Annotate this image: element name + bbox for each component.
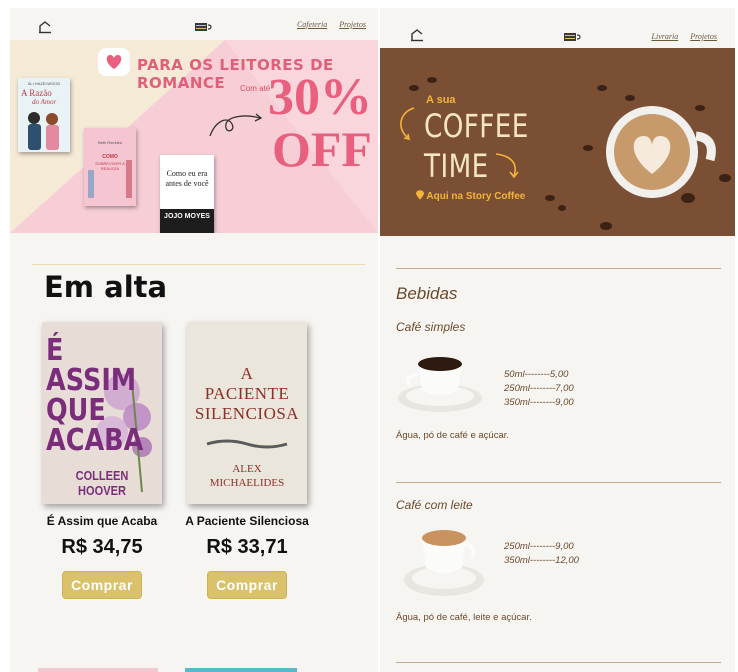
home-icon[interactable] [38,20,52,34]
top-nav: Livraria Projetos [380,8,735,42]
cover-title-line: SILENCIOSA [194,404,300,423]
product-name: É Assim que Acaba [46,514,158,528]
banner-headline-time: TIME [424,147,489,185]
menu-divider [396,662,721,663]
menu-item-name: Café simples [396,320,466,334]
buy-button[interactable]: Comprar [62,571,142,599]
book-title: A Razão [21,88,52,98]
nav-link-cafeteria[interactable]: Cafeteria [297,20,327,29]
price-line: 350ml--------12,00 [504,555,579,566]
book-cover-sobreviver-realeza: Beth Reekles COMO SOBREVIVER À REALEZA [84,128,136,206]
coffee-with-milk-cup-image [404,530,484,596]
product-cover-assim-que-acaba[interactable]: É ASSIM QUE ACABA COLLEEN HOOVER [42,322,162,504]
product-name: A Paciente Silenciosa [185,514,309,528]
banner-location-text: Aqui na Story Coffee [426,191,526,202]
next-item-edge [38,668,158,672]
nav-link-livraria[interactable]: Livraria [652,32,679,41]
price-line: 50ml--------5,00 [504,369,569,380]
nav-link-projetos[interactable]: Projetos [339,20,366,29]
cover-title-line: É [46,333,64,368]
product-price: R$ 34,75 [61,536,143,558]
book-cover-razao-amor: ALI HAZELWOOD A Razão do Amor [18,78,70,152]
product-card: A PACIENTE SILENCIOSA ALEX MICHAELIDES A… [182,322,312,599]
price-list: 50ml--------5,00 250ml--------7,00 350ml… [504,368,574,410]
location-pin-icon [416,190,424,200]
product-price: R$ 33,71 [206,536,288,558]
price-list: 250ml--------9,00 350ml--------12,00 [504,540,579,568]
discount-prefix: Com até [240,84,271,93]
nav-link-projetos[interactable]: Projetos [690,32,717,41]
cover-title-line: A [240,364,254,383]
cover-author: COLLEEN HOOVER [75,468,129,498]
heart-icon [106,55,122,69]
book-cover-como-eu-era: Como eu era antes de você JOJO MOYES [160,155,214,233]
menu-divider [396,482,721,483]
next-item-edge-2 [185,668,297,672]
book-author: JOJO MOYES [164,213,210,220]
discount-value: 30% [268,69,372,126]
curly-arrow-icon [209,113,263,137]
book-title: Como eu era [166,169,208,178]
menu-item-description: Água, pó de café e açúcar. [396,430,510,441]
book-title-2: do Amor [32,98,57,106]
menu-divider [396,268,721,269]
curved-arrow-icon-2 [495,153,519,179]
section-title-em-alta: Em alta [44,270,168,304]
book-author: ALI HAZELWOOD [27,81,61,86]
price-line: 250ml--------9,00 [504,541,574,552]
crack-illustration [206,439,288,449]
heart-speech-bubble [98,48,130,76]
book-title-2: antes de você [165,179,209,188]
cover-title-line: PACIENTE [204,384,290,403]
cover-title-line: ACABA [46,423,144,458]
banner-headline-coffee: COFFEE [424,107,529,145]
romance-promo-banner[interactable]: PARA OS LEITORES DE ROMANCE ALI HAZELWOO… [10,40,378,233]
espresso-cup-image [398,357,482,412]
coffee-page: Livraria Projetos A sua COFFEE TIME Aqui… [380,8,735,672]
menu-item-name: Café com leite [396,498,473,512]
menu-title-bebidas: Bebidas [396,284,458,303]
cover-title-line: QUE [46,393,106,428]
product-card: É ASSIM QUE ACABA COLLEEN HOOVER É Assim… [37,322,167,599]
cover-title-line: ASSIM [46,363,137,398]
product-cover-paciente-silenciosa[interactable]: A PACIENTE SILENCIOSA ALEX MICHAELIDES [187,322,307,504]
top-nav: Cafeteria Projetos [10,8,378,40]
price-line: 350ml--------9,00 [504,397,574,408]
banner-location: Aqui na Story Coffee [416,190,525,202]
banner-small-text: A sua [426,94,456,106]
section-divider [32,264,365,265]
curved-arrow-icon [400,107,415,141]
book-logo-icon[interactable] [195,22,213,32]
cover-author: ALEX MICHAELIDES [209,463,285,489]
discount-off-label: OFF [272,121,372,177]
price-line: 250ml--------7,00 [504,383,574,394]
bookstore-page: Cafeteria Projetos PARA OS LEITORES DE R… [10,8,378,672]
girls-illustration [88,160,132,198]
home-icon[interactable] [410,28,424,42]
book-logo-icon[interactable] [564,32,582,42]
menu-item-description: Água, pó de café, leite e açúcar. [396,612,532,623]
buy-button[interactable]: Comprar [207,571,287,599]
couple-illustration [28,112,59,150]
coffee-time-banner[interactable]: A sua COFFEE TIME Aqui na Story Coffee [380,48,735,236]
